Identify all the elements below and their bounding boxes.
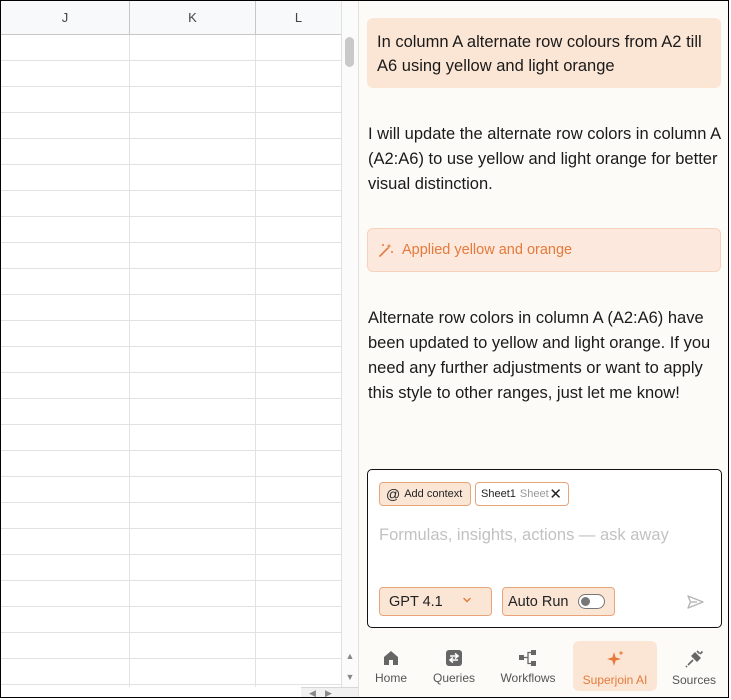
nav-home[interactable]: Home: [359, 641, 423, 691]
close-icon[interactable]: ✕: [549, 485, 562, 503]
grid-row[interactable]: [1, 321, 341, 347]
sparkle-icon: [607, 650, 624, 666]
grid-row[interactable]: [1, 61, 341, 87]
grid-row[interactable]: [1, 139, 341, 165]
nav-superjoin-ai[interactable]: Superjoin AI: [573, 641, 657, 691]
chat-composer: @ Add context Sheet1 Sheet ✕ Formulas, i…: [367, 469, 722, 628]
add-context-button[interactable]: @ Add context: [379, 482, 471, 506]
workflow-icon: [519, 650, 536, 666]
grid-row[interactable]: [1, 35, 341, 61]
at-icon: @: [386, 486, 401, 502]
grid-row[interactable]: [1, 659, 341, 685]
grid-row[interactable]: [1, 295, 341, 321]
grid-row[interactable]: [1, 685, 341, 687]
ai-response-intro: I will update the alternate row colors i…: [368, 125, 721, 193]
nav-home-label: Home: [374, 671, 407, 685]
grid-row[interactable]: [1, 347, 341, 373]
grid-row[interactable]: [1, 373, 341, 399]
ai-response-result: Alternate row colors in column A (A2:A6)…: [368, 309, 711, 402]
column-header-k[interactable]: K: [130, 1, 256, 34]
grid-row[interactable]: [1, 113, 341, 139]
auto-run-toggle-button[interactable]: Auto Run: [502, 587, 615, 616]
swap-icon: [446, 650, 462, 666]
send-icon[interactable]: [687, 595, 704, 609]
nav-workflows[interactable]: Workflows: [496, 641, 560, 691]
grid-row[interactable]: [1, 477, 341, 503]
nav-queries-label: Queries: [432, 671, 476, 685]
applied-action-label: Applied yellow and orange: [402, 242, 573, 258]
add-context-label: Add context: [404, 488, 463, 500]
context-chip-type: Sheet: [519, 488, 549, 500]
user-message: In column A alternate row colours from A…: [367, 18, 721, 88]
context-chip-name: Sheet1: [481, 488, 516, 500]
cell-grid[interactable]: [1, 35, 341, 687]
auto-run-switch[interactable]: [578, 594, 605, 609]
grid-row[interactable]: [1, 633, 341, 659]
grid-row[interactable]: [1, 399, 341, 425]
nav-superjoin-ai-label: Superjoin AI: [582, 673, 648, 687]
bottom-navigation: Home Queries Workflows Superjoin AI Sour…: [359, 639, 728, 697]
grid-row[interactable]: [1, 243, 341, 269]
grid-row[interactable]: [1, 87, 341, 113]
model-label: GPT 4.1: [389, 593, 443, 610]
column-header-j[interactable]: J: [1, 1, 130, 34]
nav-sources[interactable]: Sources: [662, 641, 726, 691]
grid-row[interactable]: [1, 503, 341, 529]
grid-row[interactable]: [1, 555, 341, 581]
grid-row[interactable]: [1, 607, 341, 633]
column-header-l[interactable]: L: [256, 1, 341, 34]
context-chip-sheet1[interactable]: Sheet1 Sheet ✕: [475, 482, 569, 506]
grid-row[interactable]: [1, 165, 341, 191]
superjoin-ai-panel: In column A alternate row colours from A…: [358, 1, 728, 697]
chat-input[interactable]: Formulas, insights, actions — ask away: [379, 526, 669, 545]
grid-row[interactable]: [1, 191, 341, 217]
spreadsheet: J K L ▲ ▼ ◀ ▶: [1, 1, 358, 697]
column-headers: J K L: [1, 1, 341, 35]
grid-row[interactable]: [1, 451, 341, 477]
chevron-down-icon: [463, 597, 471, 603]
app-frame: J K L ▲ ▼ ◀ ▶ In column A alternate row …: [0, 0, 729, 698]
auto-run-label: Auto Run: [508, 593, 569, 610]
scroll-thumb[interactable]: [345, 37, 354, 67]
vertical-scrollbar[interactable]: ▲ ▼: [341, 1, 358, 687]
model-selector[interactable]: GPT 4.1: [379, 587, 492, 616]
grid-row[interactable]: [1, 217, 341, 243]
scroll-right-icon[interactable]: ▶: [325, 688, 332, 697]
horizontal-scrollbar[interactable]: ◀ ▶: [301, 687, 358, 697]
magic-wand-icon: [379, 243, 393, 257]
scroll-down-icon[interactable]: ▼: [342, 672, 358, 682]
nav-queries[interactable]: Queries: [422, 641, 486, 691]
scroll-left-icon[interactable]: ◀: [309, 688, 316, 697]
scroll-up-icon[interactable]: ▲: [342, 651, 358, 661]
nav-sources-label: Sources: [671, 673, 717, 687]
applied-action-card[interactable]: Applied yellow and orange: [367, 228, 721, 272]
plug-icon: [685, 650, 704, 668]
grid-row[interactable]: [1, 269, 341, 295]
grid-row[interactable]: [1, 529, 341, 555]
home-icon: [384, 651, 398, 665]
grid-row[interactable]: [1, 581, 341, 607]
switch-knob: [581, 596, 590, 606]
grid-row[interactable]: [1, 425, 341, 451]
nav-workflows-label: Workflows: [500, 671, 556, 685]
